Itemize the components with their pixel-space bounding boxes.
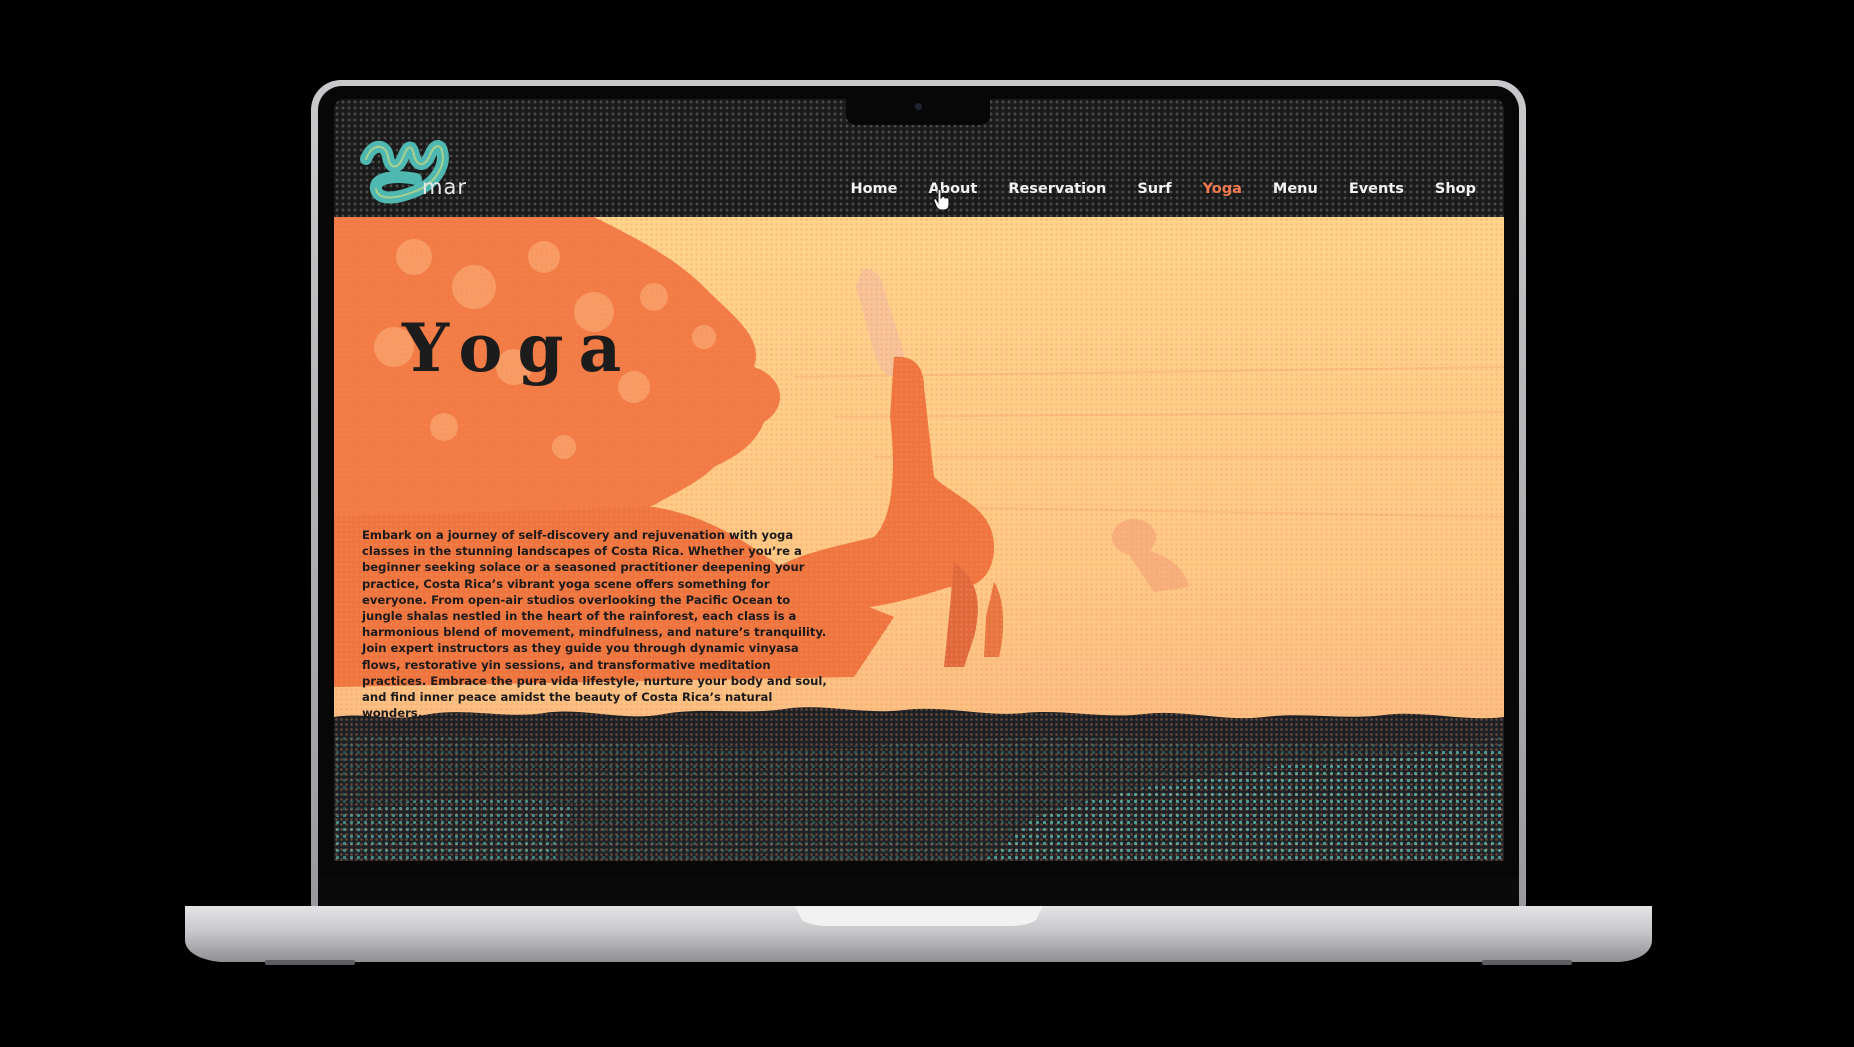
hand-cursor-icon xyxy=(933,189,950,211)
nav-item-surf[interactable]: Surf xyxy=(1137,181,1171,197)
nav-item-reservation[interactable]: Reservation xyxy=(1008,181,1106,197)
logo-wordmark: mar xyxy=(422,175,467,199)
hero-section: Yoga Embark on a journey of self-discove… xyxy=(334,217,1504,861)
nav-item-events[interactable]: Events xyxy=(1349,181,1404,197)
nav-item-home[interactable]: Home xyxy=(850,181,897,197)
camera-icon xyxy=(915,103,922,110)
nav-item-yoga[interactable]: Yoga xyxy=(1203,181,1242,197)
nav-item-shop[interactable]: Shop xyxy=(1435,181,1476,197)
nav-item-menu[interactable]: Menu xyxy=(1273,181,1318,197)
hero-description: Embark on a journey of self-discovery an… xyxy=(362,528,827,721)
main-nav: Home About Reservation Surf Yoga Menu Ev… xyxy=(819,181,1476,197)
page-title: Yoga xyxy=(402,309,637,387)
stage: mar Home About Reservation Surf Yoga Men… xyxy=(0,0,1854,1047)
laptop-screen: mar Home About Reservation Surf Yoga Men… xyxy=(334,99,1504,861)
